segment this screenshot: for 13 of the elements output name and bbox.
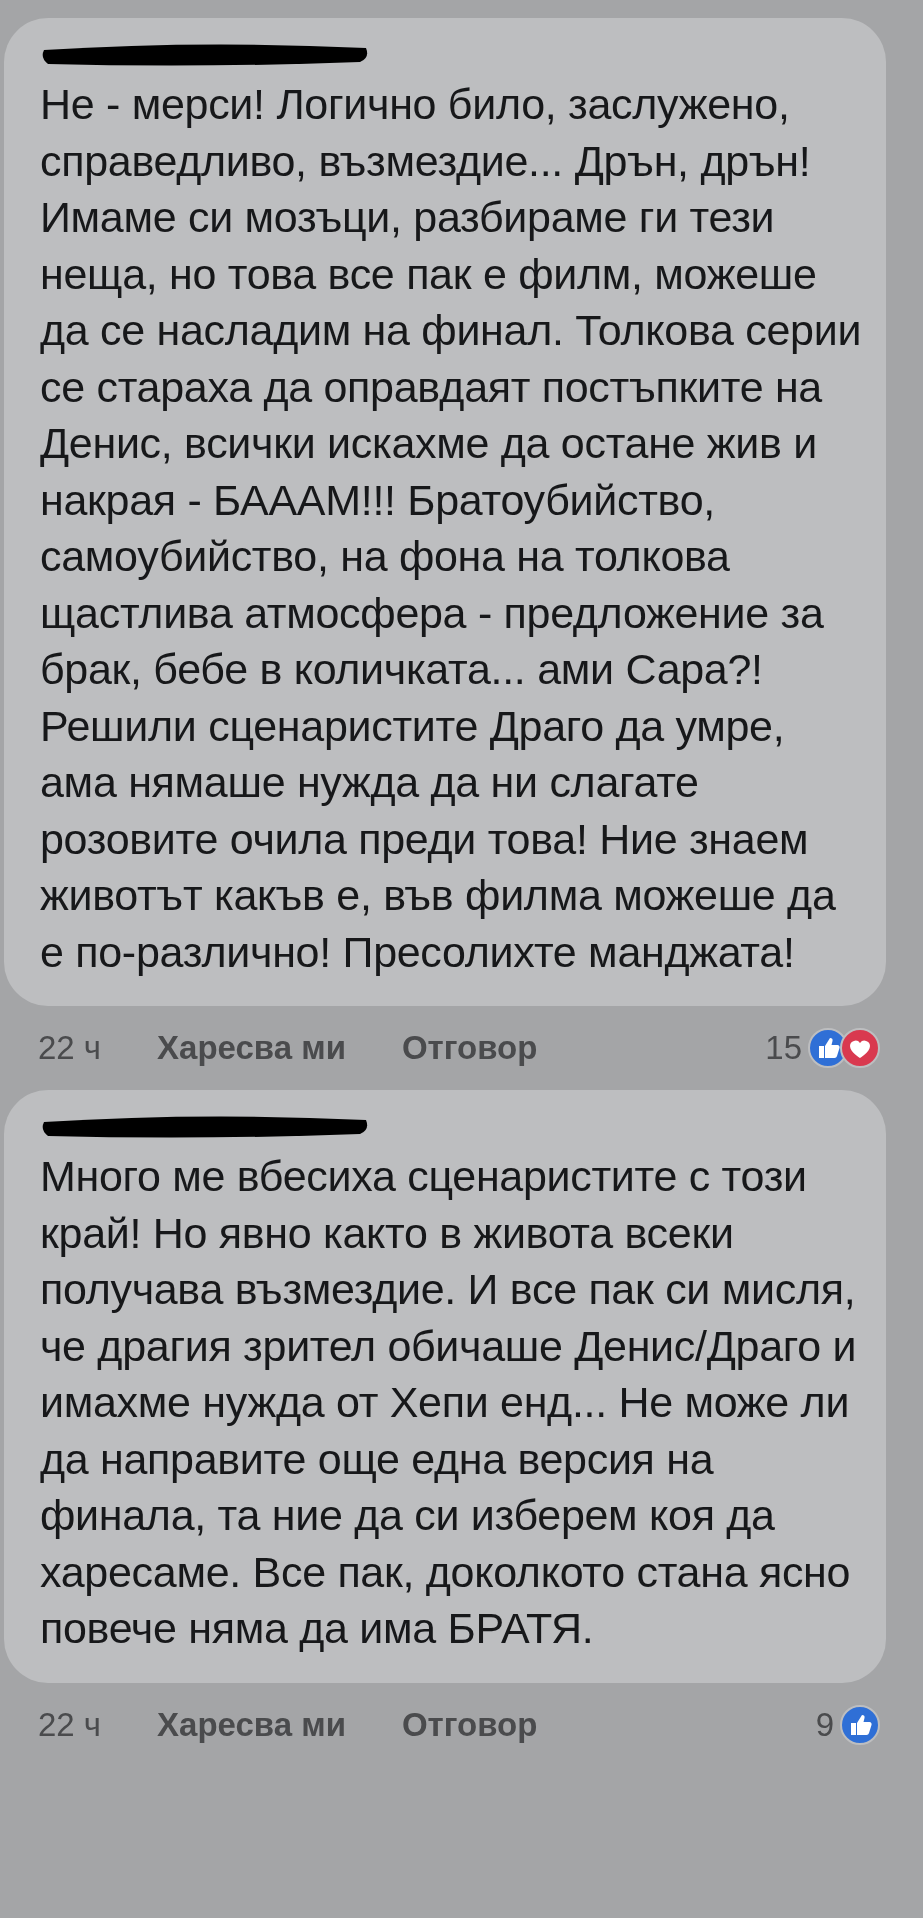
comment-time: 22 ч	[38, 1029, 102, 1067]
love-reaction-icon	[840, 1028, 880, 1068]
like-link[interactable]: Харесва ми	[157, 1705, 346, 1744]
reply-link[interactable]: Отговор	[401, 1029, 538, 1067]
reaction-count: 15	[765, 1029, 802, 1067]
comment-text: Решили сценаристите Драго да умре, ама нямаше нужда да ни слагате розовите очила преди това! Ние знаем животът какъв е, във филма можеше да е по-различно! Пресолихте манджата!	[40, 700, 837, 978]
reply-link[interactable]: Отговор	[401, 1705, 538, 1744]
comment-time: 22 ч	[38, 1705, 102, 1744]
like-reaction-icon	[840, 1704, 880, 1745]
comment-text: Не - мерси! Логично било, заслужено, справедливо, възмездие... Дрън, дрън! Имаме си мозъци, разбираме ги тези неща, но това все пак е филм, можеше да се насладим на финал. Толкова серии се стараха да оправдаят постъпките на Денис, всички искахме да остане жив и накрая - БАААМ!!! Братоубийство, самоубийство, на фона на толкова щастлива атмосфера - предложение за брак, бебе в количката... ами Сара?!	[40, 79, 863, 695]
comment-text: Много ме вбесиха сценаристите с този край! Но явно както в живота всеки получава възмездие. И все пак си мисля, че драгия зрител обичаше Денис/Драго и имахме нужда от Хепи енд... Не може ли да направите още една версия на финала, та ние да си изберем коя да харесаме. Все пак, доколкото стана ясно повече няма да има БРАТЯ.	[40, 1151, 858, 1654]
like-link[interactable]: Харесва ми	[157, 1029, 346, 1067]
reaction-count: 9	[815, 1705, 834, 1744]
